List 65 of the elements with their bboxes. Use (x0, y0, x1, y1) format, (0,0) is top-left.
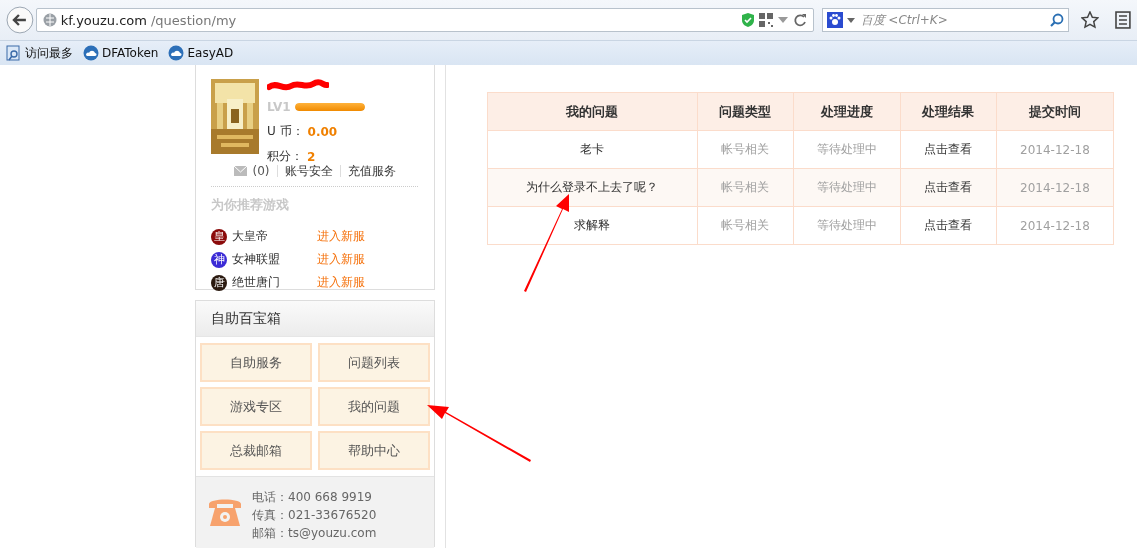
table-cell: 帐号相关 (721, 142, 770, 156)
cloud-icon (83, 45, 99, 61)
search-bar[interactable]: 百度 <Ctrl+K> (821, 8, 1070, 32)
contact-text: 传真：021-33676520 (252, 507, 377, 524)
game-name: 绝世唐门 (232, 274, 280, 291)
table-cell: 老卡 (580, 142, 605, 156)
table-cell: 为什么登录不上去了呢？ (526, 180, 659, 194)
coins-value: 0.00 (307, 124, 338, 139)
coins-label: U 币： (267, 123, 304, 140)
back-button[interactable] (6, 6, 34, 34)
table-cell: 2014-12-18 (1020, 180, 1090, 195)
column-header: 提交时间 (1028, 103, 1081, 119)
toolbox-button[interactable]: 游戏专区 (200, 387, 312, 426)
column-header: 处理进度 (820, 103, 873, 119)
game-name: 大皇帝 (232, 228, 268, 245)
list-icon[interactable] (1115, 11, 1131, 29)
table-cell: 等待处理中 (816, 142, 877, 156)
view-link[interactable]: 点击查看 (924, 180, 973, 194)
game-badge: 皇 (211, 228, 227, 245)
messages-link[interactable]: (0) (233, 164, 270, 178)
table-cell: 求解释 (574, 218, 611, 232)
bookmark-link[interactable]: EasyAD (166, 45, 236, 61)
table-cell: 等待处理中 (816, 218, 877, 232)
points-value: 2 (307, 149, 316, 164)
search-field[interactable]: 百度 <Ctrl+K> (858, 12, 1047, 28)
points-label: 积分： (267, 148, 303, 165)
star-icon[interactable] (1081, 11, 1100, 29)
address-field[interactable]: kf.youzu.com /question/my (35, 8, 814, 32)
cloud-icon (168, 45, 185, 61)
page-icon (6, 45, 22, 61)
table-cell: 2014-12-18 (1020, 142, 1090, 157)
paw-icon (826, 12, 843, 28)
account-link[interactable]: 充值服务 (347, 162, 396, 180)
scribble-drawing (267, 79, 329, 93)
toolbox-button[interactable]: 总裁邮箱 (200, 431, 312, 470)
dropdown-icon[interactable] (846, 15, 855, 25)
bookmark-link[interactable]: 访问最多 (4, 44, 75, 62)
game-badge: 神 (211, 251, 227, 268)
contact-text: 邮箱：ts@youzu.com (252, 525, 377, 542)
column-header: 问题类型 (719, 103, 772, 119)
column-header: 处理结果 (922, 103, 975, 119)
toolbox-button[interactable]: 问题列表 (318, 343, 430, 382)
game-badge: 唐 (211, 274, 227, 291)
table-cell: 帐号相关 (721, 180, 770, 194)
contact-text: 电话：400 668 9919 (252, 489, 373, 506)
bookmark-link[interactable]: DFAToken (81, 45, 161, 61)
globe-icon (42, 13, 57, 27)
table-cell: 等待处理中 (816, 180, 877, 194)
toolbox-button[interactable]: 我的问题 (318, 387, 430, 426)
table-cell: 帐号相关 (721, 218, 770, 232)
search-icon[interactable] (1050, 13, 1065, 27)
level-bar (294, 102, 365, 111)
column-header: 我的问题 (566, 103, 619, 119)
toolbox-button[interactable]: 自助服务 (200, 343, 312, 382)
qr-code-icon[interactable] (758, 13, 773, 27)
table-cell: 2014-12-18 (1020, 218, 1090, 233)
panel-title: 自助百宝箱 (211, 309, 281, 328)
view-link[interactable]: 点击查看 (924, 218, 973, 232)
game-name: 女神联盟 (232, 251, 280, 268)
reload-icon[interactable] (792, 13, 807, 27)
account-link[interactable]: 账号安全 (284, 162, 333, 180)
view-link[interactable]: 点击查看 (924, 142, 973, 156)
envelope-icon (233, 166, 247, 176)
shield-icon (740, 12, 755, 28)
toolbox-button[interactable]: 帮助中心 (318, 431, 430, 470)
